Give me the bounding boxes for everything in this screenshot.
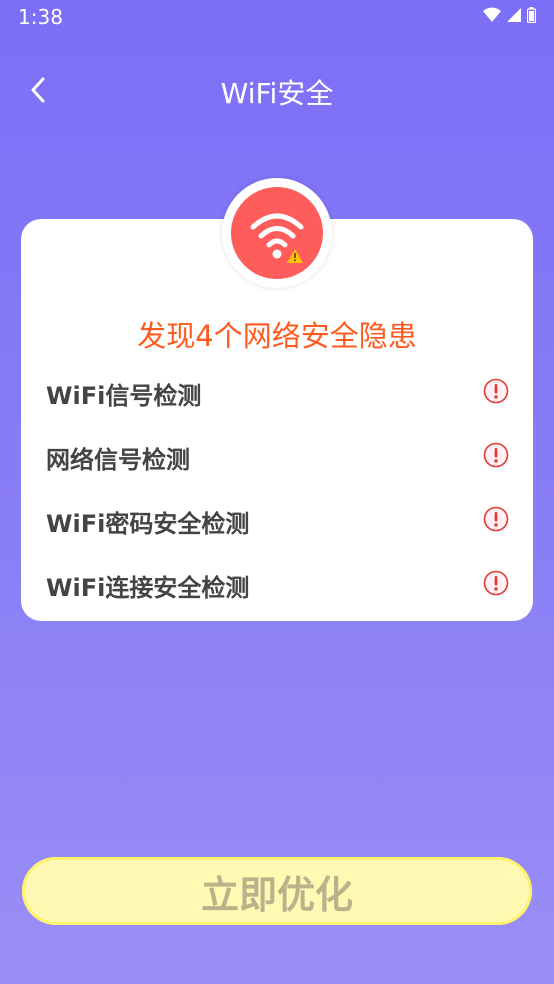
alert-icon [483, 442, 509, 468]
check-label: WiFi密码安全检测 [46, 510, 250, 538]
list-item: 网络信号检测 [21, 434, 533, 478]
result-headline: 发现4个网络安全隐患 [137, 319, 417, 353]
optimize-button[interactable]: 立即优化 [22, 857, 532, 925]
check-label: 网络信号检测 [46, 446, 190, 474]
status-icons [483, 7, 536, 23]
check-label: WiFi信号检测 [46, 382, 202, 410]
alert-icon [483, 506, 509, 532]
list-item: WiFi密码安全检测 [21, 498, 533, 542]
wifi-icon [483, 7, 501, 22]
battery-icon [527, 7, 536, 23]
nav-bar: WiFi安全 [0, 60, 554, 120]
list-item: WiFi连接安全检测 [21, 562, 533, 606]
page-title: WiFi安全 [220, 77, 334, 110]
alert-icon [483, 378, 509, 404]
signal-icon [507, 8, 521, 22]
alert-icon [483, 570, 509, 596]
wifi-warning-icon [250, 213, 304, 263]
wifi-warning-badge [222, 178, 332, 288]
check-label: WiFi连接安全检测 [46, 574, 250, 602]
list-item: WiFi信号检测 [21, 370, 533, 414]
status-bar: 1:38 [0, 0, 554, 34]
status-time: 1:38 [18, 5, 63, 29]
